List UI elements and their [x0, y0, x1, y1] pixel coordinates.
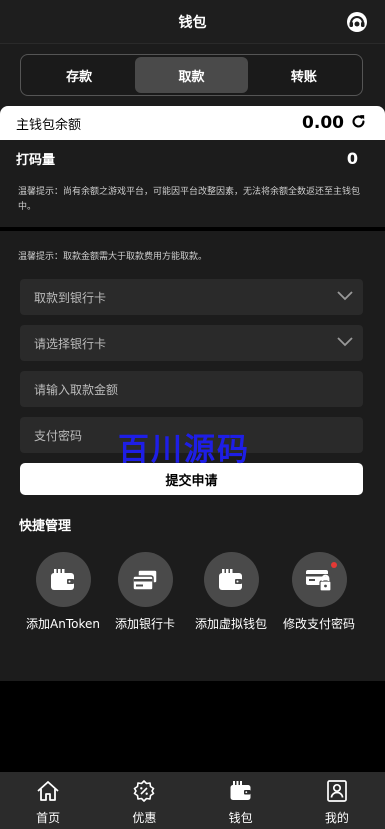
wallet-icon — [203, 552, 259, 607]
balance-value: 0.00 — [302, 113, 344, 133]
nav-label: 我的 — [324, 811, 349, 825]
bottom-nav: 首页 优惠 钱包 我的 — [0, 772, 385, 829]
password-placeholder: 支付密码 — [34, 428, 83, 443]
nav-label: 钱包 — [228, 811, 253, 825]
nav-home[interactable]: 首页 — [0, 772, 96, 829]
app-header: 钱包 — [0, 0, 385, 44]
add-antoken-button[interactable]: 添加AnToken — [18, 552, 108, 632]
add-bank-card-button[interactable]: 添加银行卡 — [100, 552, 190, 632]
withdraw-panel: 存款 取款 转账 主钱包余额 0.00 打码量 0 温馨提示：尚有余额之游戏平台… — [0, 44, 385, 681]
withdraw-tip: 温馨提示：取款金额需大于取款费用方能取款。 — [18, 252, 208, 262]
tab-transfer[interactable]: 转账 — [248, 57, 360, 93]
notification-dot — [330, 562, 337, 568]
withdraw-method-select[interactable]: 取款到银行卡 — [20, 279, 363, 315]
page-title: 钱包 — [178, 14, 207, 31]
bank-card-icon — [117, 552, 173, 607]
watermark-text: 百川源码 — [118, 432, 250, 468]
quick-item-label: 添加虚拟钱包 — [194, 617, 267, 631]
amount-input[interactable]: 请输入取款金额 — [20, 371, 363, 407]
home-icon — [36, 780, 60, 806]
user-icon — [325, 780, 349, 806]
tab-deposit[interactable]: 存款 — [23, 57, 135, 93]
nav-profile[interactable]: 我的 — [289, 772, 385, 829]
wallet-icon — [35, 552, 91, 607]
quick-item-label: 修改支付密码 — [282, 617, 355, 631]
wager-value: 0 — [346, 148, 358, 168]
wallet-icon — [229, 780, 253, 806]
nav-label: 优惠 — [132, 811, 157, 825]
nav-wallet[interactable]: 钱包 — [193, 772, 289, 829]
wallet-tabs: 存款 取款 转账 — [20, 54, 363, 96]
section-divider — [0, 227, 385, 231]
refresh-icon[interactable] — [350, 113, 367, 134]
card-lock-icon — [291, 552, 347, 607]
discount-icon — [132, 780, 156, 806]
chevron-down-icon — [337, 336, 353, 350]
balance-label: 主钱包余额 — [16, 117, 82, 133]
bank-card-select-value: 请选择银行卡 — [34, 336, 107, 351]
tab-withdraw[interactable]: 取款 — [135, 57, 248, 93]
amount-placeholder: 请输入取款金额 — [34, 382, 119, 397]
wager-label: 打码量 — [16, 152, 56, 168]
bank-card-select[interactable]: 请选择银行卡 — [20, 325, 363, 361]
quick-item-label: 添加AnToken — [26, 617, 100, 631]
wager-row: 打码量 0 — [0, 140, 385, 176]
change-pay-password-button[interactable]: 修改支付密码 — [274, 552, 364, 632]
nav-label: 首页 — [36, 811, 61, 825]
balance-tip: 温馨提示：尚有余额之游戏平台，可能因平台改整因素，无法将余额全数返还至主钱包中。 — [18, 187, 361, 212]
withdraw-method-value: 取款到银行卡 — [34, 290, 107, 305]
quick-item-label: 添加银行卡 — [114, 617, 175, 631]
add-virtual-wallet-button[interactable]: 添加虚拟钱包 — [186, 552, 276, 632]
quick-manage-grid: 添加AnToken 添加银行卡 添加虚拟钱包 修改支付密码 — [20, 552, 365, 632]
balance-value-group: 0.00 — [302, 113, 367, 134]
headset-support-icon[interactable] — [345, 10, 369, 34]
chevron-down-icon — [337, 290, 353, 304]
main-balance-bar: 主钱包余额 0.00 — [0, 106, 385, 140]
nav-promotions[interactable]: 优惠 — [96, 772, 192, 829]
quick-manage-title: 快捷管理 — [19, 519, 72, 534]
